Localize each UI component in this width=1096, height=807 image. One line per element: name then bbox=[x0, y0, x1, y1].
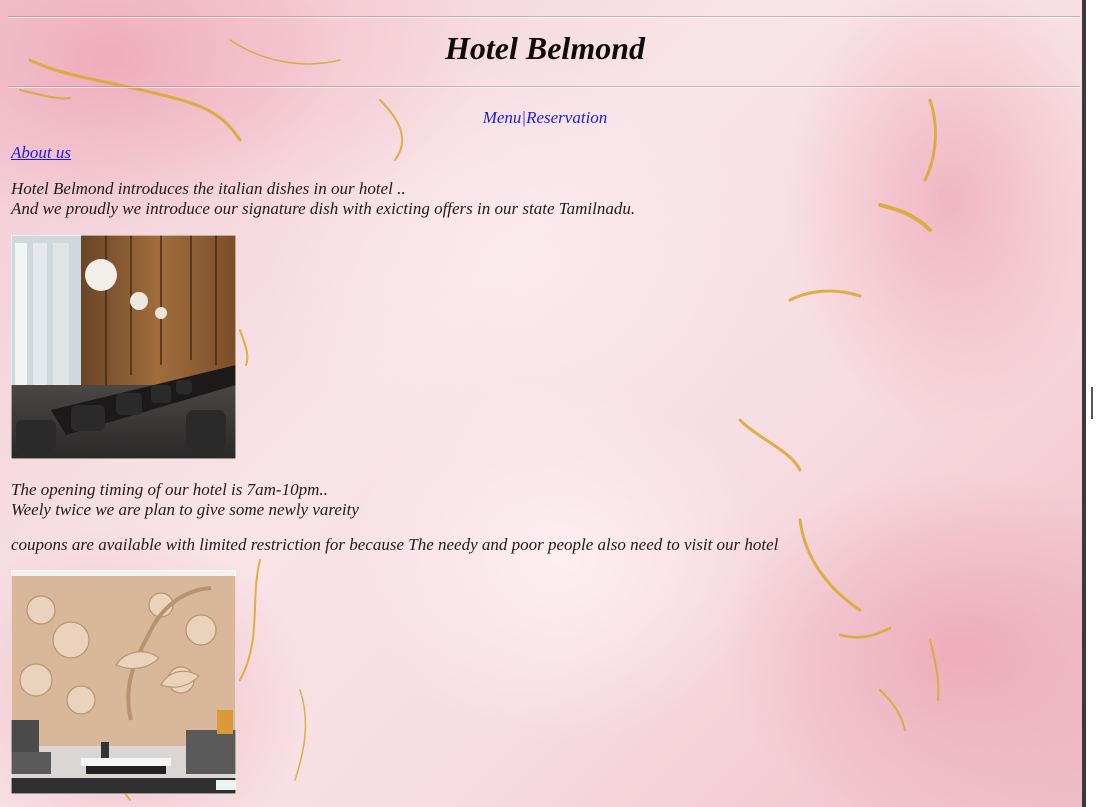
nav-bar: Menu|Reservation bbox=[0, 108, 1090, 128]
lounge-photo bbox=[11, 570, 236, 794]
timing-paragraph: The opening timing of our hotel is 7am-1… bbox=[11, 480, 359, 520]
coupons-paragraph: coupons are available with limited restr… bbox=[11, 535, 779, 554]
nav-link-menu[interactable]: Menu bbox=[483, 108, 522, 127]
intro-paragraph: Hotel Belmond introduces the italian dis… bbox=[11, 179, 635, 219]
title-divider bbox=[8, 86, 1080, 88]
page-title: Hotel Belmond bbox=[445, 30, 645, 66]
top-divider bbox=[8, 16, 1080, 18]
timing-line-1: The opening timing of our hotel is 7am-1… bbox=[11, 480, 328, 499]
intro-line-1: Hotel Belmond introduces the italian dis… bbox=[11, 179, 406, 198]
scrollbar-thumb[interactable] bbox=[1091, 387, 1093, 419]
intro-line-2: And we proudly we introduce our signatur… bbox=[11, 199, 636, 218]
timing-line-2: Weely twice we are plan to give some new… bbox=[11, 500, 359, 519]
about-us-link[interactable]: About us bbox=[11, 143, 71, 163]
restaurant-photo bbox=[11, 235, 236, 459]
nav-link-reservation[interactable]: Reservation bbox=[526, 108, 607, 127]
page-content: Hotel Belmond Menu|Reservation About us … bbox=[0, 0, 1082, 807]
